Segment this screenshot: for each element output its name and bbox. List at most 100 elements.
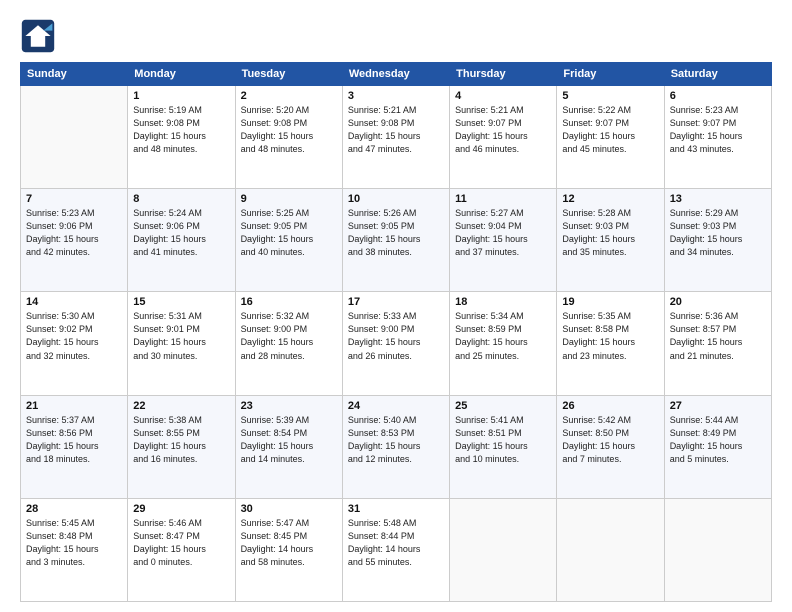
day-number: 19 xyxy=(562,296,658,308)
day-number: 31 xyxy=(348,503,444,515)
day-detail: Sunrise: 5:22 AM Sunset: 9:07 PM Dayligh… xyxy=(562,104,658,156)
calendar-cell: 31Sunrise: 5:48 AM Sunset: 8:44 PM Dayli… xyxy=(342,498,449,601)
day-number: 1 xyxy=(133,90,229,102)
day-detail: Sunrise: 5:23 AM Sunset: 9:07 PM Dayligh… xyxy=(670,104,766,156)
day-detail: Sunrise: 5:31 AM Sunset: 9:01 PM Dayligh… xyxy=(133,310,229,362)
day-number: 6 xyxy=(670,90,766,102)
day-number: 22 xyxy=(133,400,229,412)
weekday-header: Monday xyxy=(128,63,235,86)
calendar-cell: 3Sunrise: 5:21 AM Sunset: 9:08 PM Daylig… xyxy=(342,86,449,189)
calendar-body: 1 Sunrise: 5:19 AM Sunset: 9:08 PM Daylig… xyxy=(21,86,772,602)
day-detail: Sunrise: 5:26 AM Sunset: 9:05 PM Dayligh… xyxy=(348,207,444,259)
day-number: 27 xyxy=(670,400,766,412)
calendar-cell: 1 Sunrise: 5:19 AM Sunset: 9:08 PM Daylig… xyxy=(128,86,235,189)
day-number: 23 xyxy=(241,400,337,412)
day-detail: Sunrise: 5:27 AM Sunset: 9:04 PM Dayligh… xyxy=(455,207,551,259)
calendar-cell: 10 Sunrise: 5:26 AM Sunset: 9:05 PM Dayli… xyxy=(342,189,449,292)
logo-icon xyxy=(20,18,56,54)
calendar-cell: 11 Sunrise: 5:27 AM Sunset: 9:04 PM Dayli… xyxy=(450,189,557,292)
day-detail: Sunrise: 5:45 AM Sunset: 8:48 PM Dayligh… xyxy=(26,517,122,569)
day-detail: Sunrise: 5:35 AM Sunset: 8:58 PM Dayligh… xyxy=(562,310,658,362)
day-number: 2 xyxy=(241,90,337,102)
calendar-week-row: 21 Sunrise: 5:37 AM Sunset: 8:56 PM Dayli… xyxy=(21,395,772,498)
calendar-header-row: SundayMondayTuesdayWednesdayThursdayFrid… xyxy=(21,63,772,86)
calendar-cell: 13 Sunrise: 5:29 AM Sunset: 9:03 PM Dayli… xyxy=(664,189,771,292)
calendar-cell: 6 Sunrise: 5:23 AM Sunset: 9:07 PM Daylig… xyxy=(664,86,771,189)
calendar-cell: 9 Sunrise: 5:25 AM Sunset: 9:05 PM Daylig… xyxy=(235,189,342,292)
calendar-cell: 7Sunrise: 5:23 AM Sunset: 9:06 PM Daylig… xyxy=(21,189,128,292)
weekday-header: Wednesday xyxy=(342,63,449,86)
calendar-week-row: 28 Sunrise: 5:45 AM Sunset: 8:48 PM Dayli… xyxy=(21,498,772,601)
calendar-cell: 26 Sunrise: 5:42 AM Sunset: 8:50 PM Dayli… xyxy=(557,395,664,498)
calendar-cell: 15 Sunrise: 5:31 AM Sunset: 9:01 PM Dayli… xyxy=(128,292,235,395)
day-number: 8 xyxy=(133,193,229,205)
day-number: 5 xyxy=(562,90,658,102)
day-detail: Sunrise: 5:34 AM Sunset: 8:59 PM Dayligh… xyxy=(455,310,551,362)
day-detail: Sunrise: 5:21 AM Sunset: 9:08 PM Dayligh… xyxy=(348,104,444,156)
calendar-cell: 12Sunrise: 5:28 AM Sunset: 9:03 PM Dayli… xyxy=(557,189,664,292)
day-detail: Sunrise: 5:42 AM Sunset: 8:50 PM Dayligh… xyxy=(562,414,658,466)
day-detail: Sunrise: 5:36 AM Sunset: 8:57 PM Dayligh… xyxy=(670,310,766,362)
day-detail: Sunrise: 5:37 AM Sunset: 8:56 PM Dayligh… xyxy=(26,414,122,466)
calendar-week-row: 7Sunrise: 5:23 AM Sunset: 9:06 PM Daylig… xyxy=(21,189,772,292)
day-detail: Sunrise: 5:44 AM Sunset: 8:49 PM Dayligh… xyxy=(670,414,766,466)
weekday-header: Friday xyxy=(557,63,664,86)
day-detail: Sunrise: 5:41 AM Sunset: 8:51 PM Dayligh… xyxy=(455,414,551,466)
weekday-header: Sunday xyxy=(21,63,128,86)
calendar-table: SundayMondayTuesdayWednesdayThursdayFrid… xyxy=(20,62,772,602)
day-detail: Sunrise: 5:24 AM Sunset: 9:06 PM Dayligh… xyxy=(133,207,229,259)
day-detail: Sunrise: 5:19 AM Sunset: 9:08 PM Dayligh… xyxy=(133,104,229,156)
day-number: 28 xyxy=(26,503,122,515)
logo xyxy=(20,18,62,54)
day-detail: Sunrise: 5:47 AM Sunset: 8:45 PM Dayligh… xyxy=(241,517,337,569)
calendar-cell: 28 Sunrise: 5:45 AM Sunset: 8:48 PM Dayli… xyxy=(21,498,128,601)
calendar-cell: 16Sunrise: 5:32 AM Sunset: 9:00 PM Dayli… xyxy=(235,292,342,395)
calendar-cell: 4Sunrise: 5:21 AM Sunset: 9:07 PM Daylig… xyxy=(450,86,557,189)
day-detail: Sunrise: 5:20 AM Sunset: 9:08 PM Dayligh… xyxy=(241,104,337,156)
calendar-cell: 5 Sunrise: 5:22 AM Sunset: 9:07 PM Daylig… xyxy=(557,86,664,189)
day-number: 9 xyxy=(241,193,337,205)
day-detail: Sunrise: 5:40 AM Sunset: 8:53 PM Dayligh… xyxy=(348,414,444,466)
day-number: 13 xyxy=(670,193,766,205)
header xyxy=(20,18,772,54)
calendar-cell: 17 Sunrise: 5:33 AM Sunset: 9:00 PM Dayli… xyxy=(342,292,449,395)
day-number: 16 xyxy=(241,296,337,308)
day-number: 25 xyxy=(455,400,551,412)
calendar-cell: 24Sunrise: 5:40 AM Sunset: 8:53 PM Dayli… xyxy=(342,395,449,498)
calendar-cell: 21 Sunrise: 5:37 AM Sunset: 8:56 PM Dayli… xyxy=(21,395,128,498)
day-detail: Sunrise: 5:33 AM Sunset: 9:00 PM Dayligh… xyxy=(348,310,444,362)
calendar-cell xyxy=(21,86,128,189)
calendar-cell xyxy=(450,498,557,601)
day-number: 7 xyxy=(26,193,122,205)
day-number: 26 xyxy=(562,400,658,412)
calendar-cell: 23 Sunrise: 5:39 AM Sunset: 8:54 PM Dayli… xyxy=(235,395,342,498)
day-number: 20 xyxy=(670,296,766,308)
calendar-cell: 30Sunrise: 5:47 AM Sunset: 8:45 PM Dayli… xyxy=(235,498,342,601)
day-number: 15 xyxy=(133,296,229,308)
calendar-cell: 27 Sunrise: 5:44 AM Sunset: 8:49 PM Dayli… xyxy=(664,395,771,498)
weekday-header: Tuesday xyxy=(235,63,342,86)
calendar-cell xyxy=(664,498,771,601)
day-detail: Sunrise: 5:30 AM Sunset: 9:02 PM Dayligh… xyxy=(26,310,122,362)
day-number: 11 xyxy=(455,193,551,205)
calendar-week-row: 14 Sunrise: 5:30 AM Sunset: 9:02 PM Dayli… xyxy=(21,292,772,395)
day-number: 14 xyxy=(26,296,122,308)
day-detail: Sunrise: 5:39 AM Sunset: 8:54 PM Dayligh… xyxy=(241,414,337,466)
day-number: 21 xyxy=(26,400,122,412)
calendar-cell: 8 Sunrise: 5:24 AM Sunset: 9:06 PM Daylig… xyxy=(128,189,235,292)
day-number: 17 xyxy=(348,296,444,308)
day-number: 18 xyxy=(455,296,551,308)
calendar-cell: 19 Sunrise: 5:35 AM Sunset: 8:58 PM Dayli… xyxy=(557,292,664,395)
calendar-cell: 22Sunrise: 5:38 AM Sunset: 8:55 PM Dayli… xyxy=(128,395,235,498)
calendar-cell xyxy=(557,498,664,601)
calendar-cell: 2 Sunrise: 5:20 AM Sunset: 9:08 PM Daylig… xyxy=(235,86,342,189)
calendar-cell: 18 Sunrise: 5:34 AM Sunset: 8:59 PM Dayli… xyxy=(450,292,557,395)
day-number: 10 xyxy=(348,193,444,205)
day-detail: Sunrise: 5:46 AM Sunset: 8:47 PM Dayligh… xyxy=(133,517,229,569)
day-detail: Sunrise: 5:29 AM Sunset: 9:03 PM Dayligh… xyxy=(670,207,766,259)
weekday-header: Thursday xyxy=(450,63,557,86)
day-number: 29 xyxy=(133,503,229,515)
day-detail: Sunrise: 5:25 AM Sunset: 9:05 PM Dayligh… xyxy=(241,207,337,259)
weekday-header: Saturday xyxy=(664,63,771,86)
calendar-cell: 25 Sunrise: 5:41 AM Sunset: 8:51 PM Dayli… xyxy=(450,395,557,498)
